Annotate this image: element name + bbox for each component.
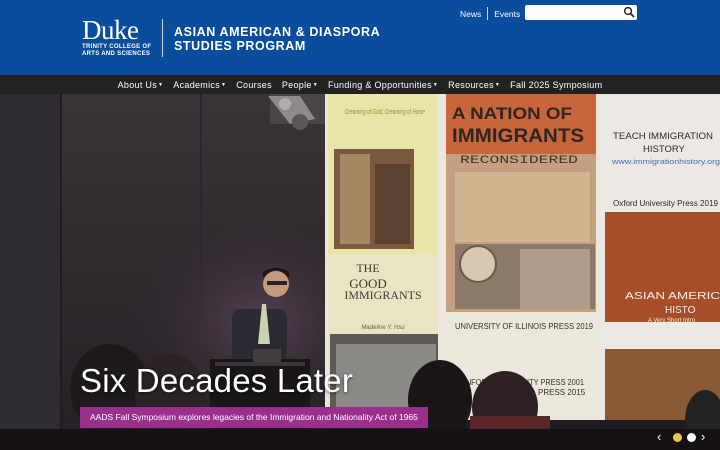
teach-url: www.immigrationhistory.org (611, 157, 720, 166)
nav-label: Resources (448, 79, 494, 90)
nav-people[interactable]: People ▼ (277, 80, 323, 90)
book3-title-line2: IMMIGRANTS (452, 126, 584, 147)
nav-label: People (281, 79, 312, 90)
utility-nav-divider (487, 7, 489, 20)
logo-wordmark: Duke (82, 15, 139, 45)
book3-subtitle: RECONSIDERED (460, 155, 579, 167)
carousel-prev-button[interactable]: ‹ (657, 430, 661, 444)
events-link[interactable]: Events (494, 9, 520, 19)
book2-title-line1: THE (356, 261, 379, 275)
caret-down-icon: ▼ (221, 81, 227, 88)
carousel-dot-2[interactable] (687, 433, 696, 442)
book2-author: Madeline Y. Hsu (361, 325, 405, 331)
right-book-line3: A Very Short Intro (648, 318, 696, 324)
site-title-line2: STUDIES PROGRAM (174, 39, 306, 53)
nav-label: Fall 2025 Symposium (510, 79, 603, 90)
site-header: Duke TRINITY COLLEGE OF ARTS AND SCIENCE… (0, 0, 720, 75)
book1-title: Dreaming of Gold, Dreaming of Home (345, 109, 425, 116)
search-input[interactable] (528, 9, 623, 22)
news-link[interactable]: News (460, 9, 481, 19)
oxford-press: Oxford University Press 2019 (613, 199, 719, 208)
right-book-line2: HISTO (665, 305, 696, 316)
caret-down-icon: ▼ (158, 81, 164, 88)
main-nav: About Us ▼ Academics ▼ Courses People ▼ Fun… (0, 75, 720, 94)
nav-label: Courses (236, 79, 272, 90)
nav-resources[interactable]: Resources ▼ (443, 80, 505, 90)
duke-logo[interactable]: Duke TRINITY COLLEGE OF ARTS AND SCIENCE… (82, 15, 162, 58)
book2-title-line3: IMMIGRANTS (344, 288, 421, 302)
logo-subtitle-line1: TRINITY COLLEGE OF (82, 44, 152, 50)
hero-carousel: Dreaming of Gold, Dreaming of Home THE G… (0, 94, 720, 450)
search-icon[interactable] (623, 6, 635, 18)
hero-title[interactable]: Six Decades Later (80, 362, 353, 400)
site-title-line1: ASIAN AMERICAN & DIASPORA (174, 25, 381, 39)
nav-academics[interactable]: Academics ▼ (168, 80, 231, 90)
logo-subtitle-line2: ARTS AND SCIENCES (82, 51, 151, 57)
book-nation-of-immigrants: A NATION OF IMMIGRANTS RECONSIDERED UNIV… (446, 94, 596, 331)
nav-label: Academics (173, 79, 220, 90)
book3-title-line1: A NATION OF (452, 104, 572, 123)
carousel-dot-1[interactable] (673, 433, 682, 442)
nav-fall-2025-symposium[interactable]: Fall 2025 Symposium (505, 80, 607, 90)
nav-about-us[interactable]: About Us ▼ (113, 80, 169, 90)
slide-right-panel: TEACH IMMIGRATION HISTORY www.immigratio… (600, 94, 720, 420)
header-divider (162, 19, 163, 57)
hero-caption[interactable]: AADS Fall Symposium explores legacies of… (80, 407, 428, 428)
search-box (525, 5, 637, 22)
press-illinois: UNIVERSITY OF ILLINOIS PRESS 2019 (455, 322, 594, 331)
nav-label: About Us (117, 79, 158, 90)
right-book-line1: ASIAN AMERIC (625, 291, 720, 302)
caret-down-icon: ▼ (312, 81, 318, 88)
press-2015: PRESS 2015 (538, 388, 586, 397)
teach-heading-line2: HISTORY (643, 144, 686, 155)
nav-funding-opportunities[interactable]: Funding & Opportunities ▼ (323, 80, 443, 90)
teach-heading-line1: TEACH IMMIGRATION (613, 131, 713, 142)
site-title[interactable]: ASIAN AMERICAN & DIASPORA STUDIES PROGRA… (174, 25, 404, 53)
nav-courses[interactable]: Courses (231, 80, 277, 90)
caret-down-icon: ▼ (432, 81, 439, 88)
carousel-next-button[interactable]: › (701, 430, 705, 444)
caret-down-icon: ▼ (494, 81, 501, 88)
utility-nav: News Events (460, 7, 520, 20)
nav-label: Funding & Opportunities (327, 79, 432, 90)
